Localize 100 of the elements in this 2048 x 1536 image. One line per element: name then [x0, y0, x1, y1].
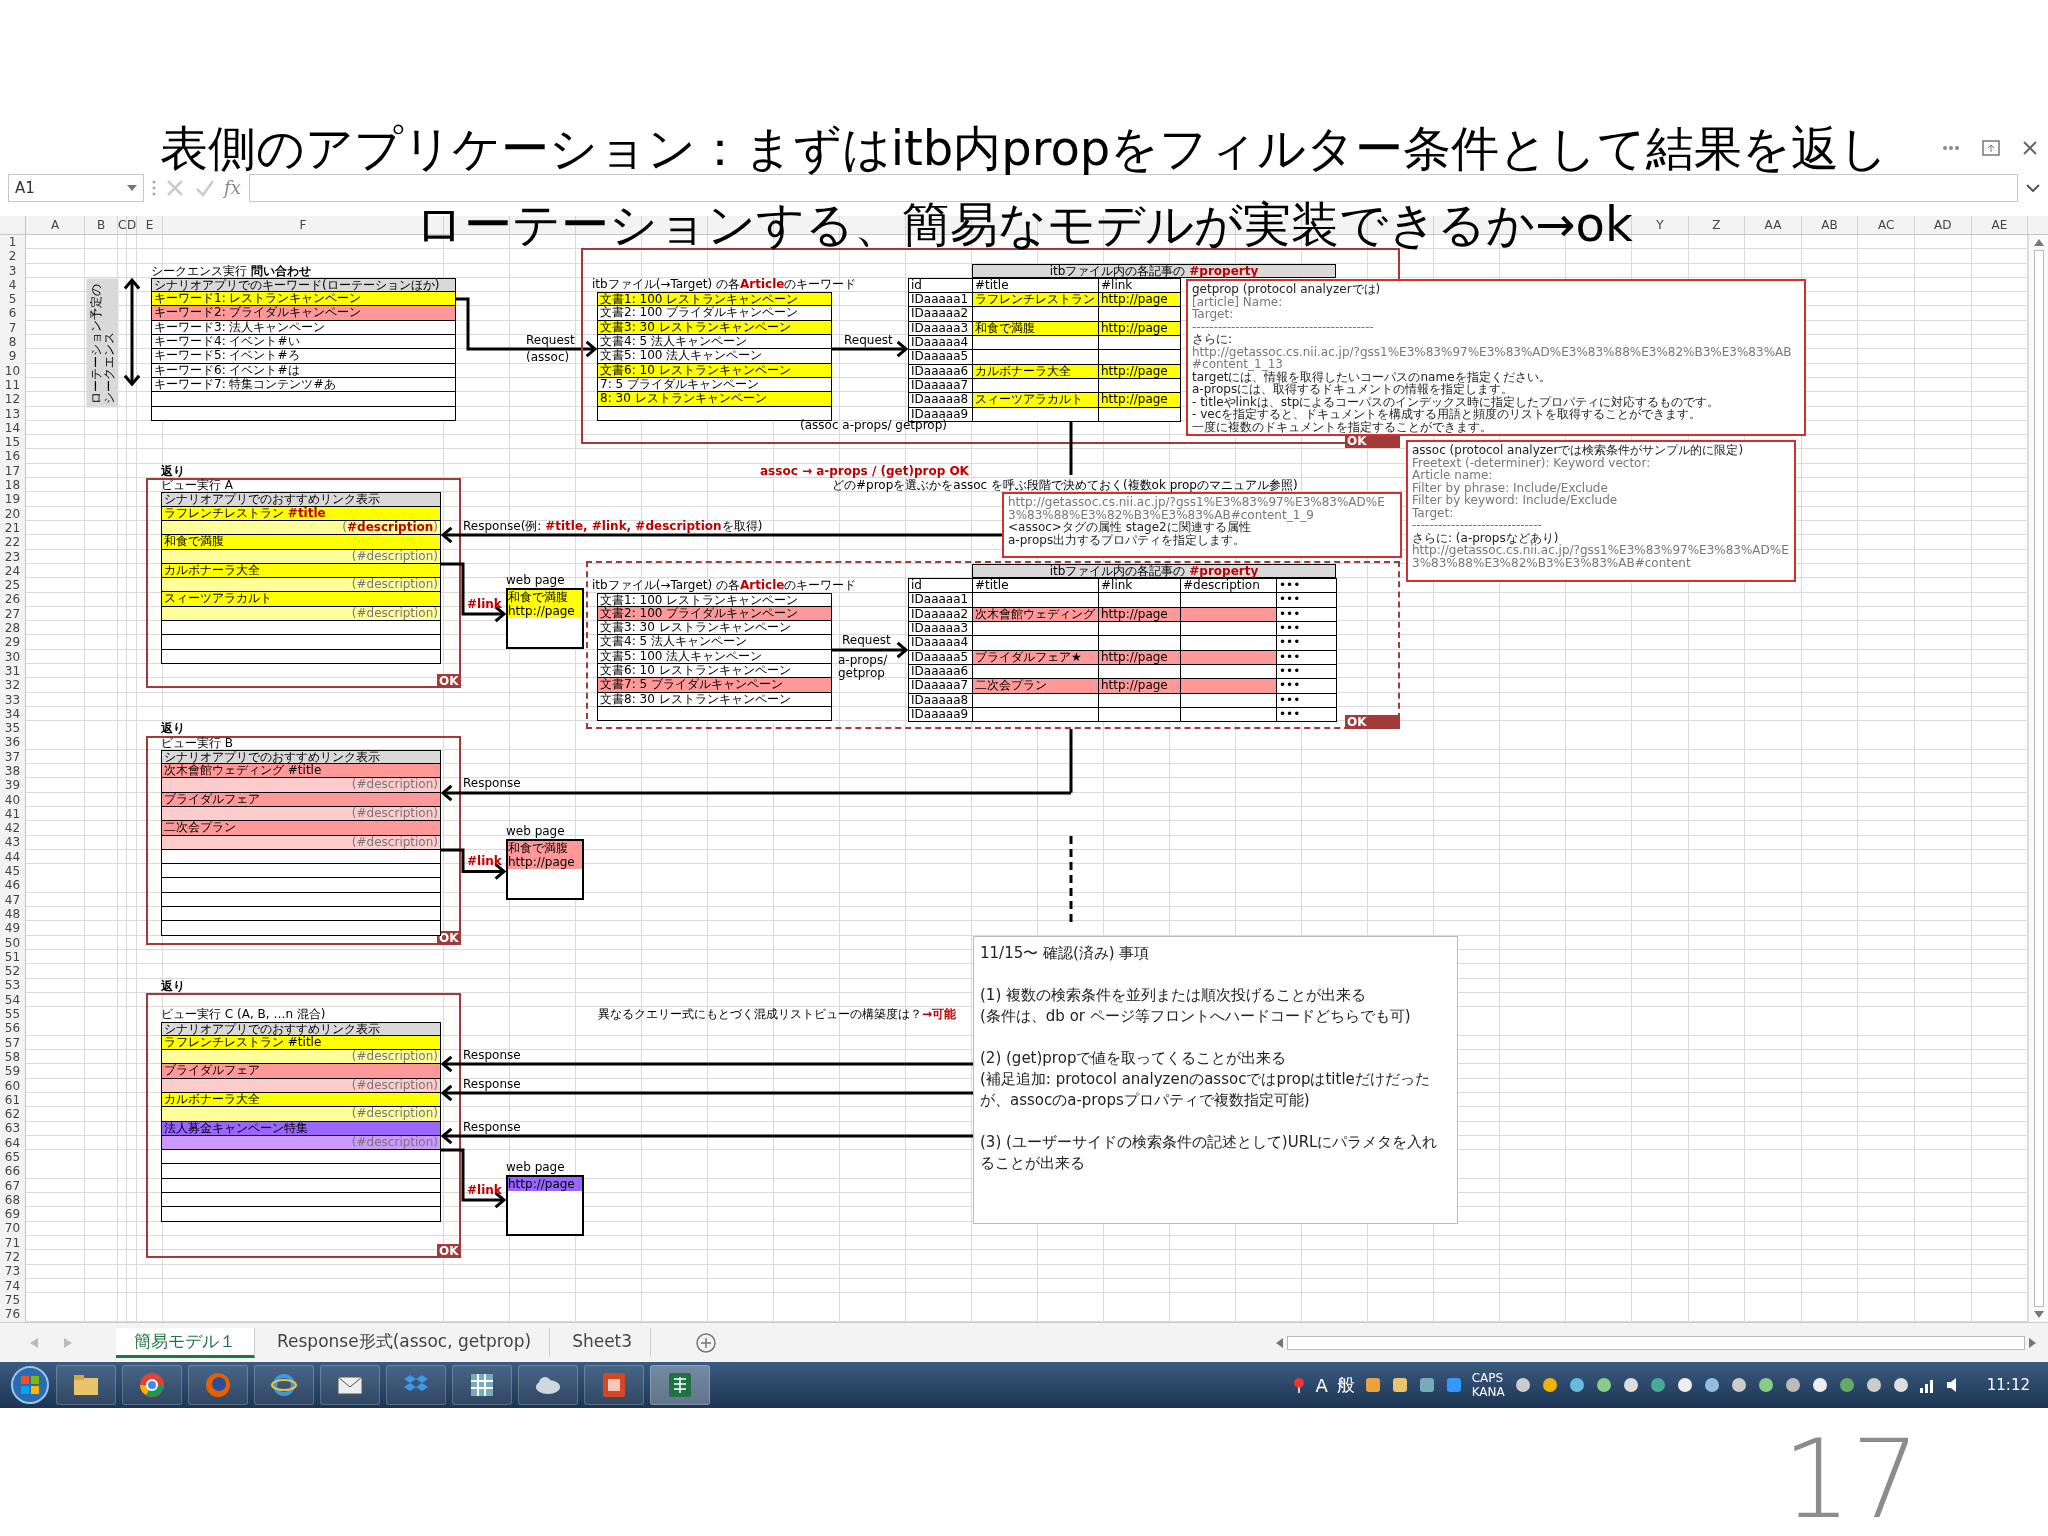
row-number[interactable]: 73 [0, 1264, 25, 1279]
column-header[interactable]: C [118, 216, 127, 234]
tray-icon[interactable] [1363, 1376, 1382, 1394]
row-number[interactable]: 34 [0, 706, 25, 722]
tray-icon[interactable] [1756, 1376, 1775, 1394]
tray-icon[interactable] [1702, 1376, 1721, 1394]
sheet-tab[interactable]: Sheet3 [554, 1327, 652, 1358]
row-number[interactable]: 39 [0, 778, 25, 793]
restore-icon[interactable] [1982, 140, 2000, 156]
row-number[interactable]: 21 [0, 520, 25, 536]
row-number[interactable]: 8 [0, 335, 25, 350]
row-number[interactable]: 76 [0, 1307, 25, 1322]
column-header[interactable]: Z [1688, 216, 1746, 234]
row-number[interactable]: 40 [0, 792, 25, 807]
formula-field[interactable] [248, 174, 2018, 202]
row-number[interactable]: 14 [0, 420, 25, 436]
row-number[interactable]: 51 [0, 949, 25, 965]
row-number[interactable]: 12 [0, 392, 25, 407]
row-number[interactable]: 64 [0, 1135, 25, 1150]
column-header[interactable]: AC [1858, 216, 1915, 234]
tray-icon[interactable] [1648, 1376, 1667, 1394]
column-header[interactable]: Y [1632, 216, 1689, 234]
row-number[interactable]: 65 [0, 1150, 25, 1165]
row-number[interactable]: 45 [0, 864, 25, 879]
name-box[interactable]: A1 [8, 174, 144, 202]
column-header[interactable]: AB [1801, 216, 1859, 234]
row-number[interactable]: 3 [0, 263, 25, 278]
row-number[interactable]: 42 [0, 821, 25, 836]
expand-caret-icon[interactable] [2026, 184, 2040, 192]
row-number[interactable]: 47 [0, 892, 25, 907]
alert-icon[interactable] [1292, 1377, 1307, 1393]
row-number[interactable]: 43 [0, 835, 25, 850]
row-number[interactable]: 71 [0, 1235, 25, 1251]
row-number[interactable]: 11 [0, 377, 25, 393]
scroll-left-icon[interactable] [1276, 1337, 1283, 1348]
row-number[interactable]: 16 [0, 449, 25, 464]
row-number[interactable]: 17 [0, 463, 25, 479]
row-number[interactable]: 19 [0, 492, 25, 507]
column-header[interactable]: B [85, 216, 118, 234]
row-number[interactable]: 75 [0, 1292, 25, 1308]
ime-input-mode[interactable]: 般 [1336, 1373, 1355, 1397]
row-number[interactable]: 13 [0, 406, 25, 421]
row-number[interactable]: 49 [0, 921, 25, 936]
row-number[interactable]: 38 [0, 764, 25, 779]
tray-icon[interactable] [1837, 1376, 1856, 1394]
folder-icon[interactable] [73, 1374, 99, 1396]
envelope-icon[interactable] [337, 1374, 363, 1396]
row-number[interactable]: 22 [0, 535, 25, 550]
column-header[interactable]: AA [1745, 216, 1802, 234]
ime-mode[interactable]: A [1315, 1374, 1328, 1396]
row-number[interactable]: 36 [0, 735, 25, 750]
insert-function-button[interactable]: fx [224, 178, 241, 198]
sheet-tab[interactable]: 簡易モデル１ [116, 1327, 255, 1358]
row-number[interactable]: 60 [0, 1078, 25, 1093]
row-number[interactable]: 24 [0, 563, 25, 579]
clock[interactable]: 11:12 [1986, 1376, 2030, 1394]
row-number[interactable]: 53 [0, 978, 25, 993]
row-number[interactable]: 20 [0, 506, 25, 521]
row-number[interactable]: 67 [0, 1178, 25, 1193]
row-number[interactable]: 48 [0, 906, 25, 922]
slides-icon[interactable] [602, 1372, 626, 1398]
row-number[interactable]: 10 [0, 363, 25, 378]
spreadsheet-icon[interactable] [668, 1372, 692, 1398]
column-header[interactable]: AD [1914, 216, 1972, 234]
row-number[interactable]: 66 [0, 1164, 25, 1179]
row-number[interactable]: 70 [0, 1221, 25, 1236]
column-header[interactable]: E [137, 216, 163, 234]
row-number[interactable]: 33 [0, 692, 25, 707]
row-number[interactable]: 44 [0, 849, 25, 865]
row-number[interactable]: 28 [0, 621, 25, 636]
row-number[interactable]: 68 [0, 1192, 25, 1208]
tray-icon[interactable] [1864, 1376, 1883, 1394]
row-number[interactable]: 30 [0, 649, 25, 664]
scroll-up-icon[interactable] [2033, 239, 2044, 246]
row-number[interactable]: 56 [0, 1021, 25, 1036]
row-number[interactable]: 74 [0, 1278, 25, 1293]
column-header[interactable]: AE [1971, 216, 2029, 234]
row-number[interactable]: 7 [0, 320, 25, 336]
scroll-down-icon[interactable] [2033, 1311, 2044, 1318]
row-number[interactable]: 35 [0, 721, 25, 736]
row-number[interactable]: 2 [0, 249, 25, 264]
row-number[interactable]: 69 [0, 1207, 25, 1222]
more-icon[interactable] [1942, 145, 1960, 151]
tray-icon[interactable] [1783, 1376, 1802, 1394]
row-number[interactable]: 29 [0, 635, 25, 650]
row-number[interactable]: 46 [0, 878, 25, 893]
tray-icon[interactable] [1675, 1376, 1694, 1394]
tray-icon[interactable] [1594, 1376, 1613, 1394]
tray-icon[interactable] [1513, 1376, 1532, 1394]
column-header[interactable]: A [26, 216, 85, 234]
row-number[interactable]: 1 [0, 235, 25, 250]
row-number[interactable]: 62 [0, 1107, 25, 1122]
row-number[interactable]: 55 [0, 1007, 25, 1022]
row-number[interactable]: 57 [0, 1035, 25, 1050]
start-button[interactable] [10, 1365, 50, 1405]
tray-icon[interactable] [1390, 1376, 1409, 1394]
horizontal-scrollbar[interactable] [1287, 1335, 2025, 1350]
grid-icon[interactable] [470, 1373, 494, 1397]
column-header[interactable]: D [127, 216, 137, 234]
row-number[interactable]: 27 [0, 606, 25, 621]
